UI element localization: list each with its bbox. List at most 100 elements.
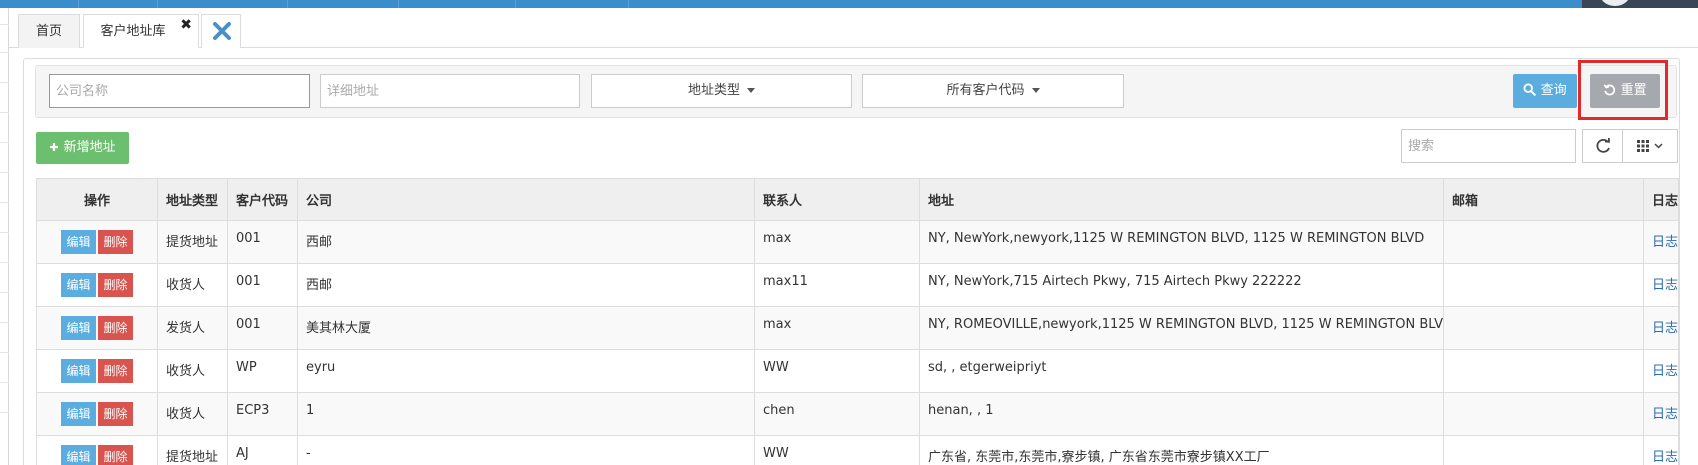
edit-button[interactable]: 编辑 (61, 402, 96, 426)
cell-company: 美其林大厦 (297, 306, 755, 350)
edit-button[interactable]: 编辑 (61, 273, 96, 297)
log-link[interactable]: 日志 (1652, 235, 1678, 250)
log-link[interactable]: 日志 (1652, 278, 1678, 293)
row-actions: 编辑 删除 (36, 392, 158, 436)
tab-home[interactable]: 首页 (18, 14, 80, 48)
close-all-tabs-button[interactable] (201, 14, 241, 48)
table-row: 编辑 删除 提货地址 001 西邮 max NY, NewYork,newyork… (36, 220, 1679, 264)
table-row: 编辑 删除 发货人 001 美其林大厦 max NY, ROMEOVILLE,ne… (36, 306, 1679, 350)
row-actions: 编辑 删除 (36, 263, 158, 307)
delete-button[interactable]: 删除 (98, 402, 133, 426)
close-icon[interactable]: ✖ (180, 18, 192, 32)
column-header-customer-code[interactable]: 客户代码 (227, 178, 298, 221)
cell-address-type: 收货人 (157, 392, 228, 436)
edit-button[interactable]: 编辑 (61, 359, 96, 383)
cell-address: NY, NewYork,newyork,1125 W REMINGTON BLV… (919, 220, 1444, 264)
cell-contact: max (754, 306, 920, 350)
log-link[interactable]: 日志 (1652, 450, 1678, 465)
cell-customer-code: ECP3 (227, 392, 298, 436)
column-header-address[interactable]: 地址 (919, 178, 1444, 221)
cell-contact: max (754, 220, 920, 264)
navbar-divider (157, 0, 158, 8)
cell-log: 日志 (1643, 435, 1679, 465)
log-link[interactable]: 日志 (1652, 364, 1678, 379)
cell-log: 日志 (1643, 263, 1679, 307)
cell-contact: WW (754, 435, 920, 465)
log-link[interactable]: 日志 (1652, 321, 1678, 336)
edit-button[interactable]: 编辑 (61, 230, 96, 254)
navbar-divider (78, 0, 79, 8)
add-address-label: 新增地址 (63, 140, 116, 155)
table-row: 编辑 删除 收货人 ECP3 1 chen henan, , 1 日志 (36, 392, 1679, 436)
delete-button[interactable]: 删除 (98, 316, 133, 340)
cell-customer-code: AJ (227, 435, 298, 465)
delete-button[interactable]: 删除 (98, 273, 133, 297)
cell-contact: WW (754, 349, 920, 393)
add-address-button[interactable]: 新增地址 (36, 132, 129, 164)
cell-company: 西邮 (297, 220, 755, 264)
row-actions: 编辑 删除 (36, 220, 158, 264)
cell-contact: chen (754, 392, 920, 436)
cell-company: - (297, 435, 755, 465)
delete-button[interactable]: 删除 (98, 230, 133, 254)
cell-address: NY, ROMEOVILLE,newyork,1125 W REMINGTON … (919, 306, 1444, 350)
cell-address-type: 收货人 (157, 349, 228, 393)
delete-button[interactable]: 删除 (98, 445, 133, 465)
query-button[interactable]: 查询 (1513, 74, 1577, 108)
column-header-address-type[interactable]: 地址类型 (157, 178, 228, 221)
table-row: 编辑 删除 收货人 001 西邮 max11 NY, NewYork,715 Ai… (36, 263, 1679, 307)
navbar-divider (515, 0, 516, 8)
cell-email (1443, 220, 1644, 264)
chevron-down-icon (747, 88, 755, 93)
cell-address: 广东省, 东莞市,东莞市,寮步镇, 广东省东莞市寮步镇XX工厂 (919, 435, 1444, 465)
column-header-action: 操作 (36, 178, 158, 221)
cell-company: eyru (297, 349, 755, 393)
detail-address-input[interactable] (320, 74, 580, 108)
cell-email (1443, 263, 1644, 307)
customer-code-label: 所有客户代码 (946, 83, 1025, 98)
table-search-input[interactable] (1401, 129, 1576, 163)
address-type-label: 地址类型 (687, 83, 740, 98)
column-header-log: 日志 (1643, 178, 1679, 221)
cell-address: sd, , etgerweipriyt (919, 349, 1444, 393)
refresh-icon (1596, 137, 1610, 153)
log-link[interactable]: 日志 (1652, 407, 1678, 422)
cell-address: henan, , 1 (919, 392, 1444, 436)
column-header-email[interactable]: 邮箱 (1443, 178, 1644, 221)
cell-customer-code: 001 (227, 306, 298, 350)
cell-contact: max11 (754, 263, 920, 307)
tab-address-library[interactable]: 客户地址库 ✖ (83, 14, 199, 48)
cell-company: 1 (297, 392, 755, 436)
chevron-down-icon (1654, 143, 1663, 149)
customer-code-dropdown[interactable]: 所有客户代码 (862, 74, 1124, 108)
navbar-divider (398, 0, 399, 8)
edit-button[interactable]: 编辑 (61, 445, 96, 465)
navbar-divider (287, 0, 288, 8)
row-actions: 编辑 删除 (36, 306, 158, 350)
plus-icon (50, 143, 59, 151)
row-actions: 编辑 删除 (36, 435, 158, 465)
left-sidebar-edge (0, 8, 9, 465)
highlight-box (1578, 60, 1668, 120)
table-header-row: 操作 地址类型 客户代码 公司 联系人 地址 邮箱 日志 (36, 178, 1679, 221)
delete-button[interactable]: 删除 (98, 359, 133, 383)
edit-button[interactable]: 编辑 (61, 316, 96, 340)
navbar-divider (628, 0, 629, 8)
column-header-company[interactable]: 公司 (297, 178, 755, 221)
columns-toggle-button[interactable] (1622, 129, 1678, 163)
navbar-user-area (1582, 0, 1698, 8)
cell-email (1443, 392, 1644, 436)
company-name-input[interactable] (49, 74, 310, 108)
column-header-contact[interactable]: 联系人 (754, 178, 920, 221)
cell-customer-code: 001 (227, 220, 298, 264)
address-type-dropdown[interactable]: 地址类型 (591, 74, 852, 108)
search-icon (1523, 83, 1537, 96)
cell-address-type: 提货地址 (157, 220, 228, 264)
row-actions: 编辑 删除 (36, 349, 158, 393)
cell-log: 日志 (1643, 392, 1679, 436)
refresh-button[interactable] (1582, 129, 1623, 163)
cell-customer-code: WP (227, 349, 298, 393)
cell-log: 日志 (1643, 306, 1679, 350)
cell-email (1443, 349, 1644, 393)
table-row: 编辑 删除 提货地址 AJ - WW 广东省, 东莞市,东莞市,寮步镇, 广东省东… (36, 435, 1679, 465)
